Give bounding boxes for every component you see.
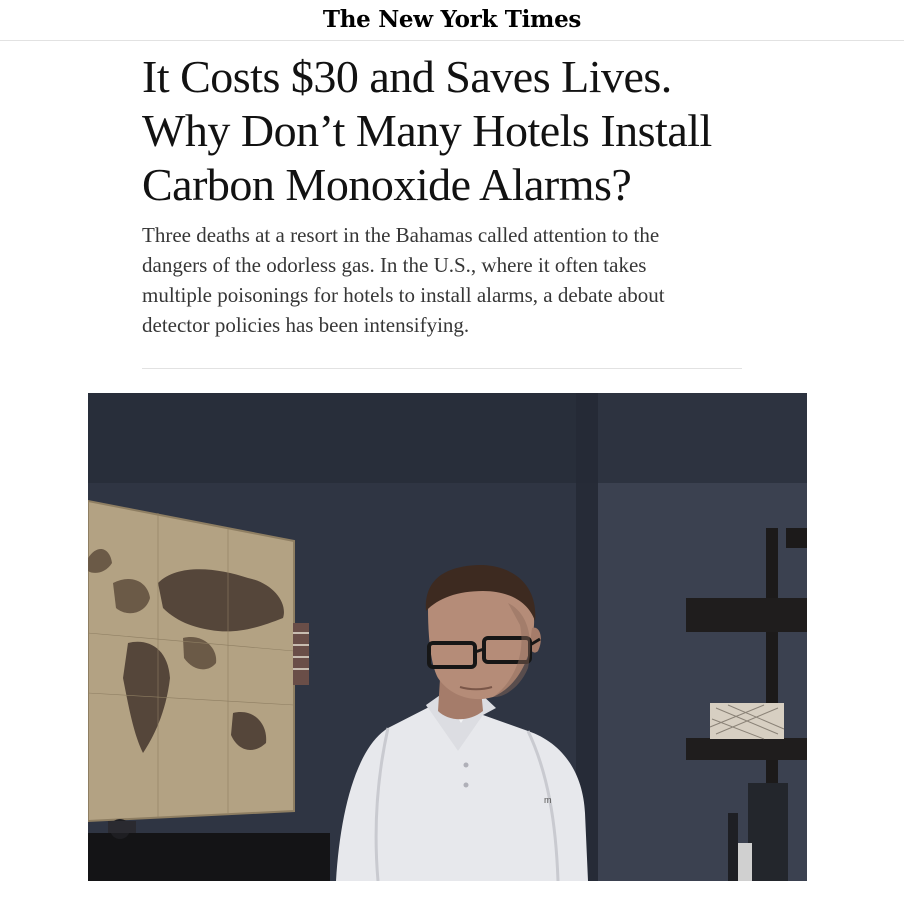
headline: It Costs $30 and Saves Lives. Why Don’t … xyxy=(142,50,762,212)
nyt-logo[interactable]: The New York Times xyxy=(323,6,581,33)
monitor xyxy=(88,833,330,881)
lead-photo[interactable]: m xyxy=(88,393,807,881)
headline-line: It Costs $30 and Saves Lives. xyxy=(142,51,672,102)
headline-line: Why Don’t Many Hotels Install xyxy=(142,105,712,156)
article-summary: Three deaths at a resort in the Bahamas … xyxy=(142,220,742,340)
summary-line: detector policies has been intensifying. xyxy=(142,313,470,337)
svg-text:m: m xyxy=(544,795,552,805)
lead-photo-illustration: m xyxy=(88,393,807,881)
flag xyxy=(293,623,309,685)
divider xyxy=(142,368,742,369)
summary-line: Three deaths at a resort in the Bahamas … xyxy=(142,223,660,247)
summary-line: multiple poisonings for hotels to instal… xyxy=(142,283,665,307)
masthead: The New York Times xyxy=(0,0,904,41)
headline-line: Carbon Monoxide Alarms? xyxy=(142,159,632,210)
summary-line: dangers of the odorless gas. In the U.S.… xyxy=(142,253,647,277)
world-map xyxy=(88,499,295,823)
